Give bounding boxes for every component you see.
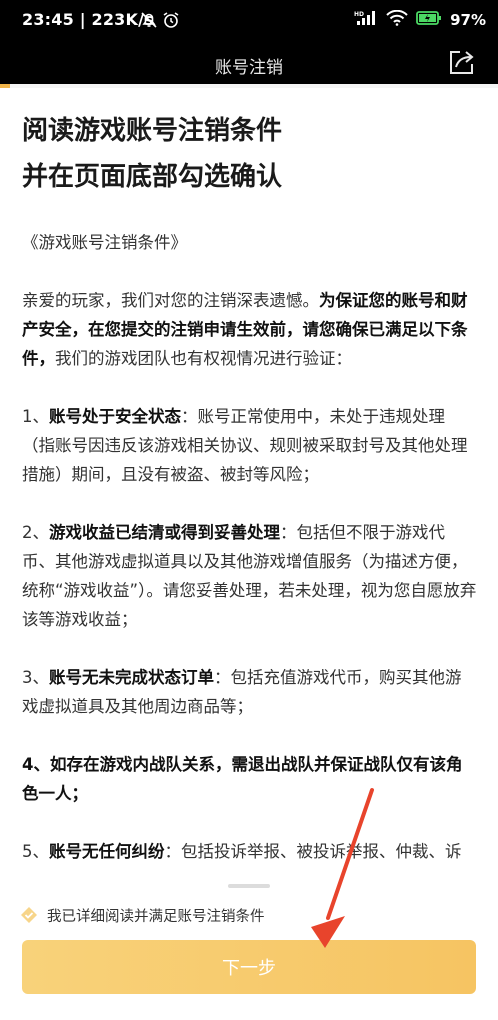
doc-title: 《游戏账号注销条件》	[22, 233, 187, 252]
paragraph-condition-3: 3、账号无未完成状态订单：包括充值游戏代币，购买其他游戏虚拟道具及其他周边商品等…	[22, 663, 477, 721]
mute-bell-icon	[140, 11, 158, 33]
paragraph-condition-4: 4、如存在游戏内战队关系，需退出战队并保证战队仅有该角色一人；	[22, 750, 477, 808]
status-time-speed: 23:45 | 223K/s	[22, 10, 154, 29]
condition-3-title: 账号无未完成状态订单	[49, 668, 214, 687]
battery-percent: 97%	[450, 11, 486, 29]
svg-text:HD: HD	[354, 11, 364, 18]
next-step-button[interactable]: 下一步	[22, 940, 476, 994]
paragraph-intro: 亲爱的玩家，我们对您的注销深表遗憾。为保证您的账号和财产安全，在您提交的注销申请…	[22, 286, 477, 373]
paragraph-condition-5: 5、账号无任何纠纷：包括投诉举报、被投诉举报、仲裁、诉讼等纠纷；	[22, 837, 477, 868]
battery-icon	[416, 10, 442, 30]
terms-heading: 阅读游戏账号注销条件 并在页面底部勾选确认	[22, 108, 462, 200]
checkbox-diamond-icon	[21, 907, 37, 923]
intro-text-c: 我们的游戏团队也有权视情况进行验证：	[55, 349, 352, 368]
paragraph-condition-1: 1、账号处于安全状态：账号正常使用中，未处于违规处理（指账号因违反该游戏相关协议…	[22, 402, 477, 489]
condition-1-number: 1、	[22, 407, 49, 426]
condition-3-number: 3、	[22, 668, 49, 687]
share-icon	[450, 51, 474, 74]
status-bar: 23:45 | 223K/s HD 97%	[0, 0, 498, 42]
paragraph-condition-2: 2、游戏收益已结清或得到妥善处理：包括但不限于游戏代币、其他游戏虚拟道具以及其他…	[22, 518, 477, 634]
condition-5-title: 账号无任何纠纷	[49, 842, 165, 861]
page-title: 账号注销	[215, 58, 283, 78]
intro-text-a: 亲爱的玩家，我们对您的注销深表遗憾。	[22, 291, 319, 310]
drag-handle[interactable]	[228, 884, 270, 888]
agree-checkbox[interactable]: 我已详细阅读并满足账号注销条件	[20, 904, 265, 926]
condition-2-title: 游戏收益已结清或得到妥善处理	[49, 523, 280, 542]
condition-2-number: 2、	[22, 523, 49, 542]
condition-5-number: 5、	[22, 842, 49, 861]
title-bar: 账号注销	[0, 42, 498, 86]
agree-label: 我已详细阅读并满足账号注销条件	[47, 908, 265, 925]
heading-line-2: 并在页面底部勾选确认	[22, 162, 283, 192]
share-button[interactable]	[446, 47, 478, 77]
condition-1-title: 账号处于安全状态	[49, 407, 181, 426]
terms-body: 《游戏账号注销条件》 亲爱的玩家，我们对您的注销深表遗憾。为保证您的账号和财产安…	[22, 228, 477, 868]
alarm-icon	[162, 11, 180, 33]
condition-4-text: 4、如存在游戏内战队关系，需退出战队并保证战队仅有该角色一人；	[22, 755, 463, 803]
terms-content[interactable]: 阅读游戏账号注销条件 并在页面底部勾选确认 《游戏账号注销条件》 亲爱的玩家，我…	[0, 88, 498, 868]
footer-panel: 我已详细阅读并满足账号注销条件 下一步	[0, 868, 498, 1020]
signal-icon: HD	[354, 10, 378, 30]
wifi-icon	[386, 9, 408, 30]
heading-line-1: 阅读游戏账号注销条件	[22, 116, 283, 146]
